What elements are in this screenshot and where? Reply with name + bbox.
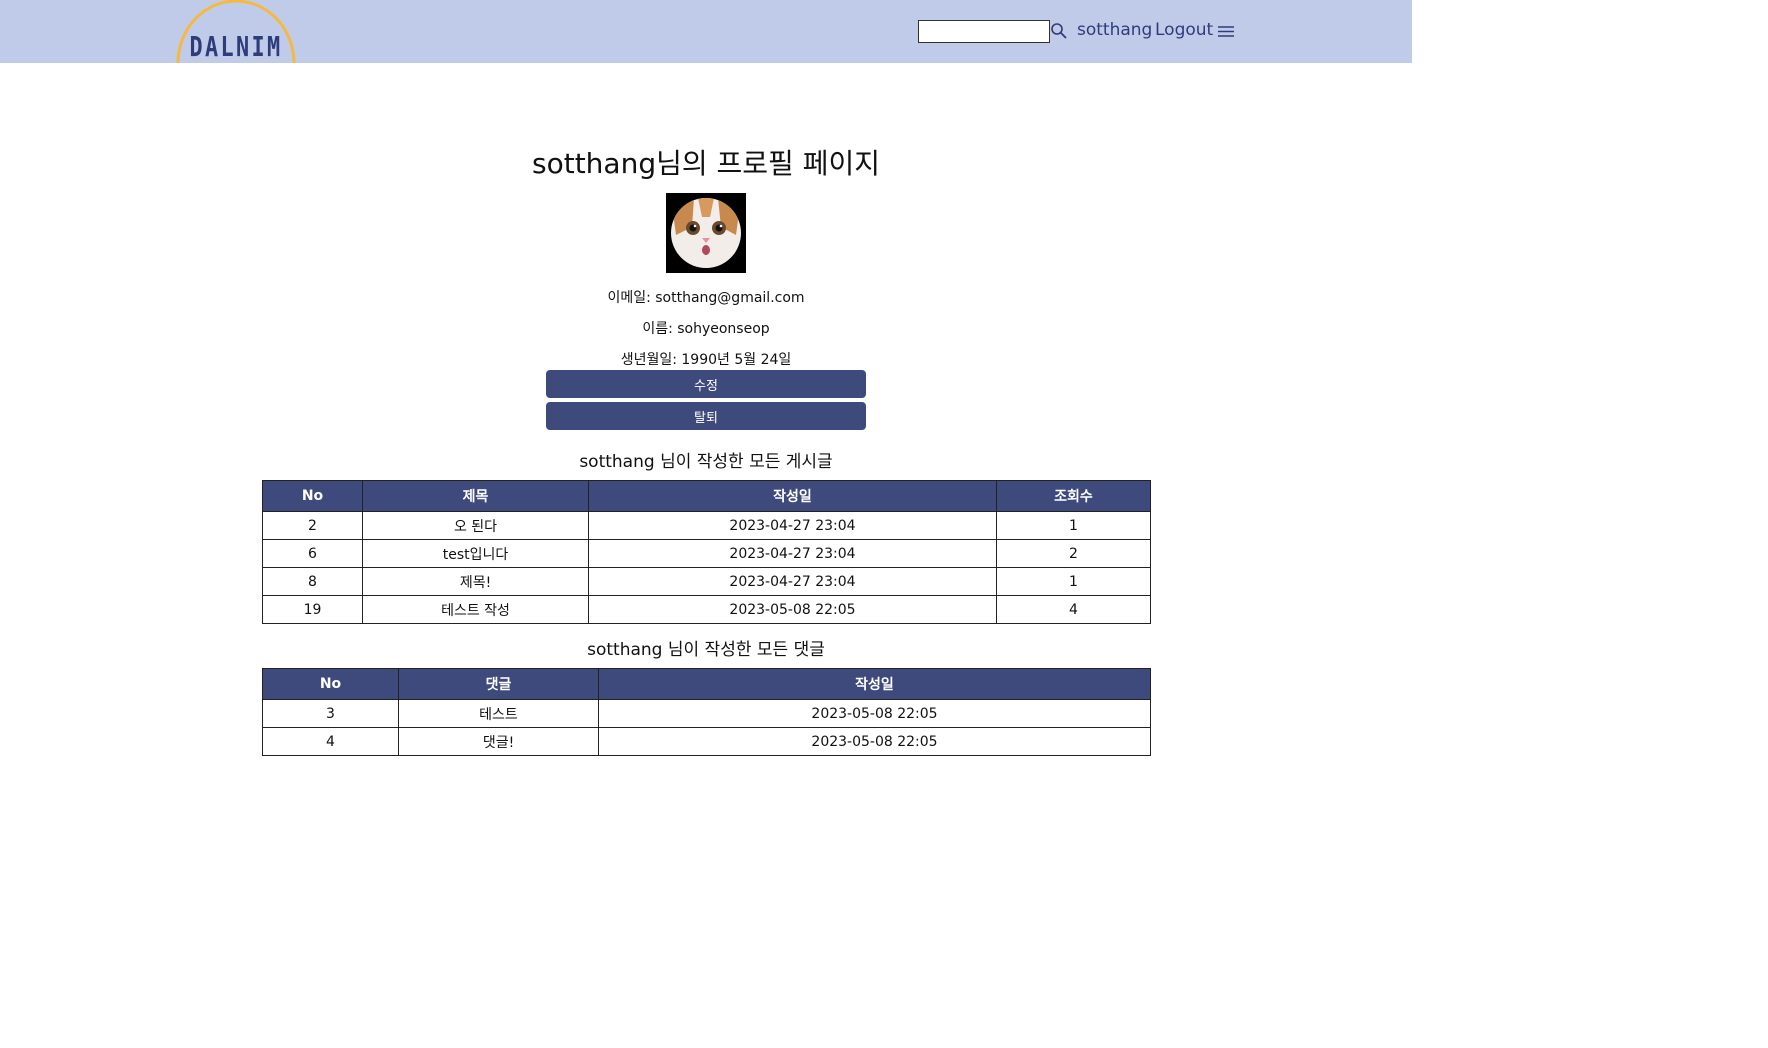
table-row[interactable]: 8 제목! 2023-04-27 23:04 1 [262,567,1151,596]
post-no: 8 [262,567,363,596]
comments-header-row: No 댓글 작성일 [262,668,1151,700]
edit-profile-button[interactable]: 수정 [546,370,866,398]
avatar [666,193,746,273]
logout-link[interactable]: Logout [1155,20,1213,40]
email-info: 이메일: sotthang@gmail.com [607,290,805,306]
post-date: 2023-04-27 23:04 [588,511,997,540]
table-row[interactable]: 19 테스트 작성 2023-05-08 22:05 4 [262,595,1151,624]
comment-no: 4 [262,727,399,756]
column-header-date: 작성일 [598,668,1151,700]
posts-header-row: No 제목 작성일 조회수 [262,480,1151,512]
comments-section-title: sotthang 님이 작성한 모든 댓글 [587,640,825,660]
post-no: 6 [262,539,363,568]
comment-text-link[interactable]: 테스트 [398,699,599,728]
post-no: 2 [262,511,363,540]
posts-section-title: sotthang 님이 작성한 모든 게시글 [579,452,833,472]
post-no: 19 [262,595,363,624]
post-views: 2 [996,539,1151,568]
column-header-comment: 댓글 [398,668,599,700]
table-row[interactable]: 3 테스트 2023-05-08 22:05 [262,699,1151,728]
dalnim-logo[interactable]: DALNIM [176,0,296,63]
name-info: 이름: sohyeonseop [642,321,770,337]
post-date: 2023-04-27 23:04 [588,567,997,596]
table-row[interactable]: 4 댓글! 2023-05-08 22:05 [262,727,1151,756]
username-link[interactable]: sotthang [1077,20,1152,40]
page-title: sotthang님의 프로필 페이지 [532,147,880,180]
birthdate-info: 생년월일: 1990년 5월 24일 [620,352,792,368]
post-title-link[interactable]: test입니다 [362,539,589,568]
column-header-no: No [262,668,399,700]
post-title-link[interactable]: 테스트 작성 [362,595,589,624]
posts-table: No 제목 작성일 조회수 2 오 된다 2023-04-27 23:04 1 … [262,480,1151,624]
table-row[interactable]: 2 오 된다 2023-04-27 23:04 1 [262,511,1151,540]
post-title-link[interactable]: 오 된다 [362,511,589,540]
cat-avatar-icon [666,193,746,273]
comments-table: No 댓글 작성일 3 테스트 2023-05-08 22:05 4 댓글! 2… [262,668,1151,756]
table-row[interactable]: 6 test입니다 2023-04-27 23:04 2 [262,539,1151,568]
withdraw-button[interactable]: 탈퇴 [546,402,866,430]
column-header-title: 제목 [362,480,589,512]
column-header-date: 작성일 [588,480,997,512]
comment-text-link[interactable]: 댓글! [398,727,599,756]
search-input[interactable] [918,20,1050,43]
column-header-views: 조회수 [996,480,1151,512]
post-views: 1 [996,511,1151,540]
top-header: DALNIM sotthang Logout [0,0,1412,63]
hamburger-menu-icon[interactable] [1217,24,1235,39]
post-date: 2023-05-08 22:05 [588,595,997,624]
comment-date: 2023-05-08 22:05 [598,699,1151,728]
logo-text: DALNIM [189,30,283,63]
post-date: 2023-04-27 23:04 [588,539,997,568]
post-views: 4 [996,595,1151,624]
comment-no: 3 [262,699,399,728]
post-views: 1 [996,567,1151,596]
comment-date: 2023-05-08 22:05 [598,727,1151,756]
column-header-no: No [262,480,363,512]
post-title-link[interactable]: 제목! [362,567,589,596]
search-icon[interactable] [1050,22,1068,40]
